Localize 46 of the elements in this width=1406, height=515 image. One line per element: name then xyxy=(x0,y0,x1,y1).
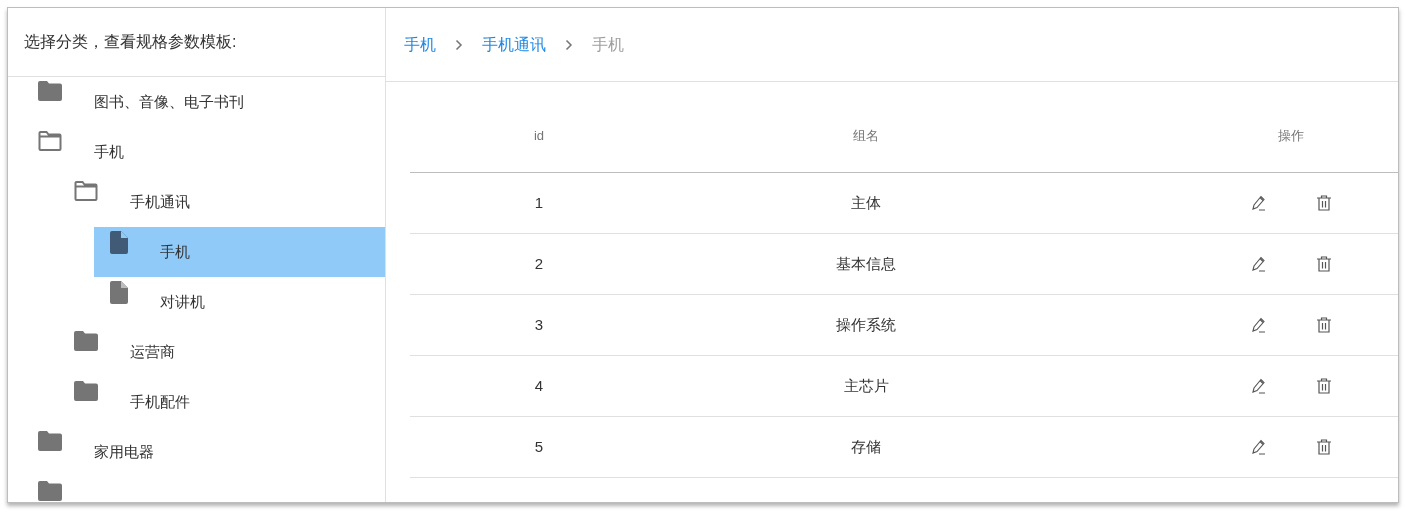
table-cell-text: 操作系统 xyxy=(836,314,896,335)
edit-icon[interactable] xyxy=(1249,438,1268,456)
tree-item[interactable]: 对讲机 xyxy=(94,277,385,327)
tree-item[interactable]: 图书、音像、电子书刊 xyxy=(8,77,385,127)
edit-icon[interactable] xyxy=(1249,194,1268,212)
column-header: id xyxy=(533,127,545,146)
column-header: 组名 xyxy=(853,127,879,146)
edit-icon[interactable] xyxy=(1249,255,1268,273)
tree-item[interactable]: 手机配件 xyxy=(64,377,385,427)
table-cell-text: 主体 xyxy=(851,192,881,213)
breadcrumb-link[interactable]: 手机通讯 xyxy=(482,32,546,57)
table-cell-text: 4 xyxy=(534,375,544,396)
folder-icon xyxy=(74,381,98,401)
delete-icon[interactable] xyxy=(1314,255,1333,273)
table-cell-text: 1 xyxy=(534,192,544,213)
breadcrumb-current: 手机 xyxy=(592,34,624,55)
table-cell-text: 存储 xyxy=(851,436,881,457)
chevron-icon xyxy=(455,38,463,51)
tree-item[interactable]: 家用电器 xyxy=(8,427,385,477)
column-header: 操作 xyxy=(1278,127,1304,146)
delete-icon[interactable] xyxy=(1314,316,1333,334)
table-cell-text: 3 xyxy=(534,314,544,335)
folder-icon xyxy=(74,181,98,201)
tree-item[interactable]: 手机 xyxy=(94,227,385,277)
delete-icon[interactable] xyxy=(1314,194,1333,212)
sidebar-title: 选择分类，查看规格参数模板: xyxy=(24,32,237,52)
folder-icon xyxy=(38,81,62,101)
folder-icon xyxy=(74,331,98,351)
tree-item[interactable]: 手机 xyxy=(8,127,385,177)
file-icon xyxy=(110,231,128,254)
table-cell-text: 5 xyxy=(534,436,544,457)
folder-icon xyxy=(38,481,62,501)
table-cell-text: 基本信息 xyxy=(836,253,896,274)
folder-icon xyxy=(38,431,62,451)
chevron-icon xyxy=(565,38,573,51)
delete-icon[interactable] xyxy=(1314,438,1333,456)
tree-item[interactable]: 手机通讯 xyxy=(64,177,385,227)
folder-icon xyxy=(38,131,62,151)
edit-icon[interactable] xyxy=(1249,316,1268,334)
file-icon xyxy=(110,281,128,304)
tree-item[interactable]: 运营商 xyxy=(64,327,385,377)
breadcrumb-link[interactable]: 手机 xyxy=(404,32,436,57)
table-cell-text: 主芯片 xyxy=(843,375,889,396)
table-cell-text: 2 xyxy=(534,253,544,274)
edit-icon[interactable] xyxy=(1249,377,1268,395)
delete-icon[interactable] xyxy=(1314,377,1333,395)
